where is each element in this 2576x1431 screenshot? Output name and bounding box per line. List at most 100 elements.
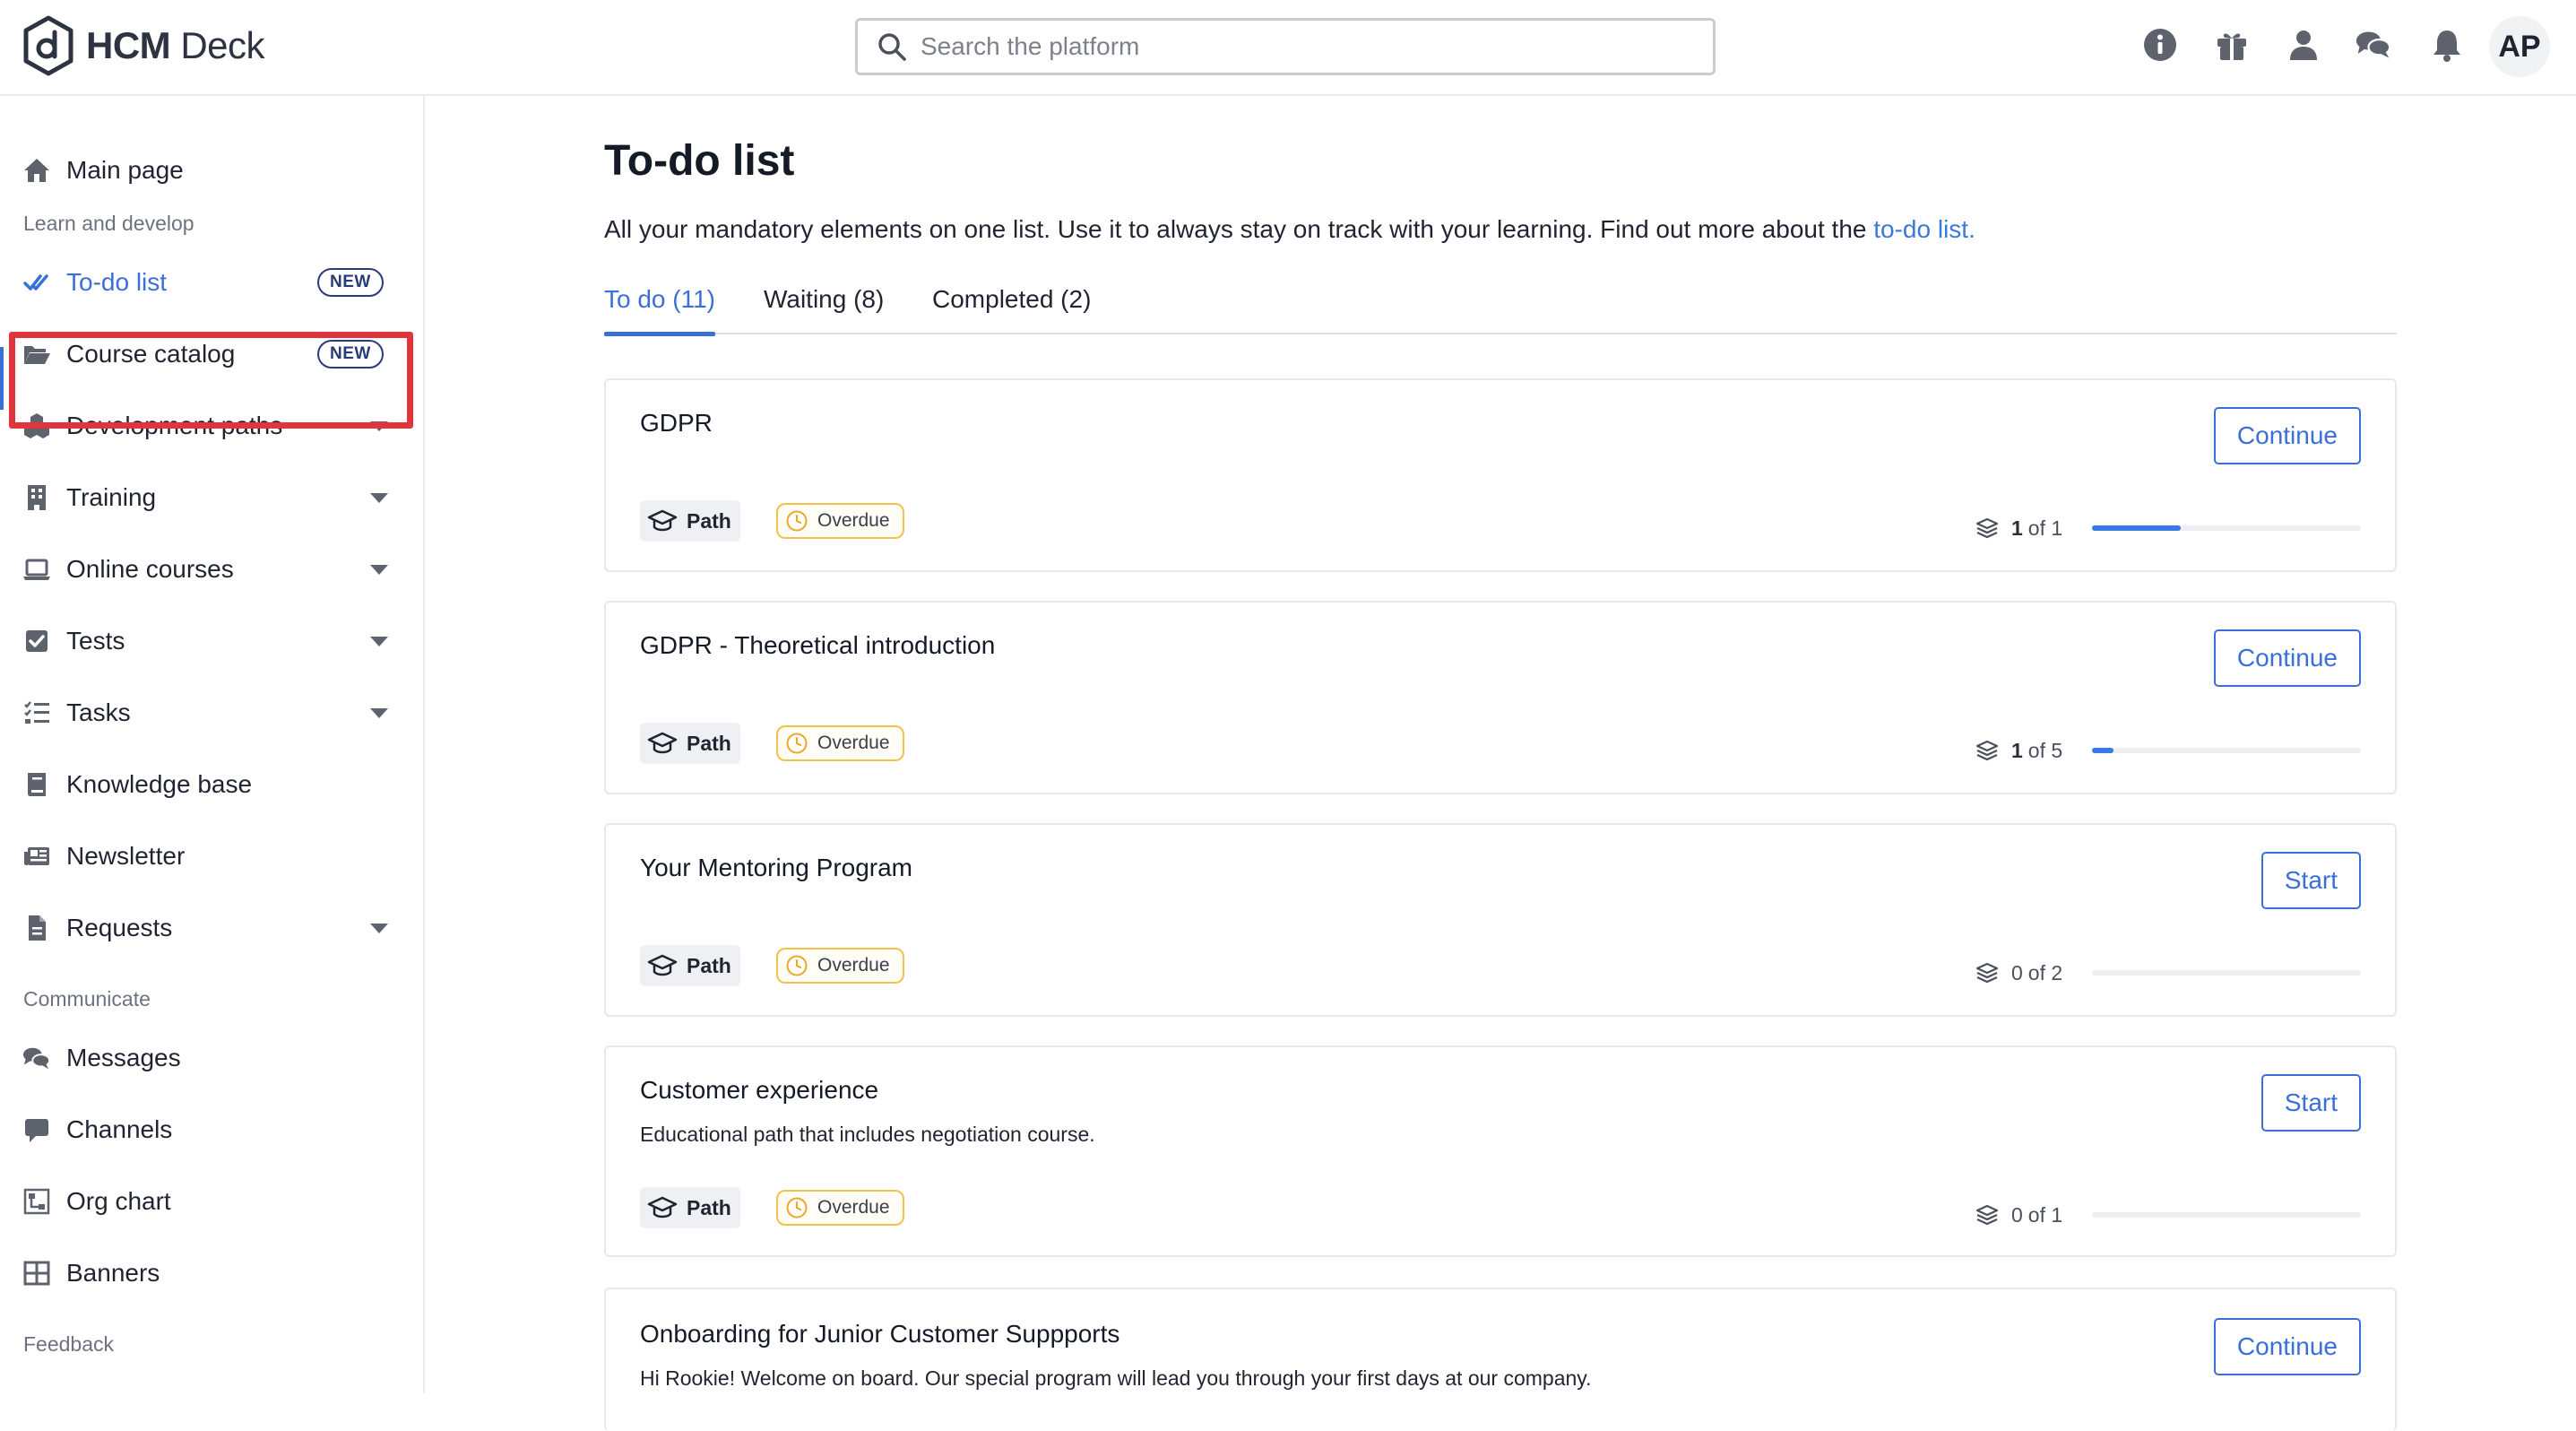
- tab-completed[interactable]: Completed (2): [932, 285, 1091, 334]
- type-tag: Path: [640, 500, 740, 542]
- sidebar-item-label: Main page: [66, 156, 184, 184]
- card-description: Educational path that includes negotiati…: [640, 1123, 1095, 1146]
- sidebar-item-main-page[interactable]: Main page: [0, 143, 423, 197]
- todo-card: Onboarding for Junior Customer Suppports…: [604, 1288, 2397, 1431]
- status-badge: Overdue: [776, 1190, 904, 1226]
- search-icon: [878, 33, 906, 61]
- new-badge: NEW: [317, 268, 384, 297]
- caret-down-icon[interactable]: [367, 414, 391, 438]
- sidebar-item-label: Course catalog: [66, 340, 236, 368]
- type-tag: Path: [640, 1187, 740, 1228]
- type-tag-label: Path: [687, 508, 731, 533]
- sidebar-item-development-paths[interactable]: Development paths: [0, 399, 423, 453]
- type-tag-label: Path: [687, 953, 731, 977]
- sidebar-item-course-catalog[interactable]: Course catalog NEW: [0, 327, 423, 381]
- todo-card: GDPR Continue Path Overdue 1 of 1: [604, 378, 2397, 572]
- page-intro: All your mandatory elements on one list.…: [604, 215, 1975, 244]
- sidebar-item-training[interactable]: Training: [0, 471, 423, 525]
- page-title: To-do list: [604, 137, 795, 185]
- status-label: Overdue: [817, 733, 890, 753]
- sidebar-item-label: To-do list: [66, 268, 168, 296]
- sidebar-item-tasks[interactable]: Tasks: [0, 686, 423, 740]
- progress-count: 1 of 1: [1975, 515, 2062, 542]
- card-title: GDPR - Theoretical introduction: [640, 631, 996, 659]
- continue-button[interactable]: Continue: [2213, 407, 2361, 464]
- folder-open-icon: [22, 339, 52, 369]
- section-label-learn: Learn and develop: [23, 212, 194, 235]
- graduation-cap-icon: [647, 509, 678, 532]
- type-tag-label: Path: [687, 1195, 731, 1219]
- type-tag-label: Path: [687, 731, 731, 755]
- clock-icon: [786, 955, 808, 976]
- progress-bar: [2092, 970, 2361, 976]
- sidebar-item-label: Org chart: [66, 1187, 171, 1215]
- sidebar-item-label: Banners: [66, 1259, 160, 1287]
- chat-icon[interactable]: [2356, 27, 2391, 63]
- sidebar-item-online-courses[interactable]: Online courses: [0, 542, 423, 596]
- progress-count: 1 of 5: [1975, 737, 2062, 764]
- sidebar-item-channels[interactable]: Channels: [0, 1103, 423, 1157]
- building-icon: [22, 482, 52, 513]
- caret-down-icon[interactable]: [367, 558, 391, 581]
- book-icon: [22, 769, 52, 800]
- continue-button[interactable]: Continue: [2213, 629, 2361, 687]
- caret-down-icon[interactable]: [367, 629, 391, 653]
- user-icon[interactable]: [2286, 27, 2321, 63]
- brand-name: HCM Deck: [86, 24, 265, 66]
- sidebar-item-label: Channels: [66, 1115, 173, 1143]
- sidebar-item-label: Messages: [66, 1044, 181, 1071]
- caret-down-icon[interactable]: [367, 701, 391, 724]
- start-button[interactable]: Start: [2260, 852, 2361, 909]
- search-input[interactable]: Search the platform: [855, 18, 1716, 75]
- laptop-icon: [22, 554, 52, 585]
- progress-count: 0 of 2: [1975, 959, 2062, 986]
- tab-to-do[interactable]: To do (11): [604, 285, 715, 336]
- sidebar-item-label: Online courses: [66, 555, 234, 583]
- progress-bar: [2092, 748, 2361, 753]
- tab-waiting[interactable]: Waiting (8): [764, 285, 884, 334]
- section-label-communicate: Communicate: [23, 987, 151, 1010]
- new-badge: NEW: [317, 340, 384, 369]
- sidebar: Main page Learn and develop To-do list N…: [0, 96, 425, 1393]
- bell-icon[interactable]: [2429, 27, 2465, 63]
- tab-bar: To do (11) Waiting (8) Completed (2): [604, 285, 2397, 336]
- sidebar-item-tests[interactable]: Tests: [0, 614, 423, 668]
- sidebar-item-knowledge-base[interactable]: Knowledge base: [0, 758, 423, 811]
- cubes-icon: [22, 411, 52, 441]
- sidebar-item-messages[interactable]: Messages: [0, 1031, 423, 1085]
- caret-down-icon[interactable]: [367, 486, 391, 509]
- comment-icon: [22, 1114, 52, 1145]
- comments-icon: [22, 1043, 52, 1073]
- status-badge: Overdue: [776, 948, 904, 984]
- sidebar-item-to-do-list[interactable]: To-do list NEW: [0, 256, 423, 309]
- gift-icon[interactable]: [2214, 27, 2250, 63]
- user-avatar[interactable]: AP: [2489, 16, 2550, 77]
- brand-logo[interactable]: HCM Deck: [22, 14, 265, 77]
- progress-bar: [2092, 525, 2361, 531]
- card-description: Hi Rookie! Welcome on board. Our special…: [640, 1366, 1592, 1390]
- info-icon[interactable]: [2142, 27, 2178, 63]
- status-badge: Overdue: [776, 725, 904, 761]
- sidebar-item-label: Tests: [66, 627, 125, 655]
- type-tag: Path: [640, 723, 740, 764]
- layers-icon: [1975, 740, 1999, 761]
- start-button[interactable]: Start: [2260, 1074, 2361, 1132]
- sidebar-item-label: Training: [66, 483, 157, 511]
- home-icon: [22, 155, 52, 186]
- status-label: Overdue: [817, 955, 890, 976]
- clock-icon: [786, 1197, 808, 1219]
- sidebar-item-banners[interactable]: Banners: [0, 1246, 423, 1300]
- sidebar-item-requests[interactable]: Requests: [0, 901, 423, 955]
- newspaper-icon: [22, 841, 52, 872]
- continue-button[interactable]: Continue: [2213, 1318, 2361, 1375]
- sidebar-item-org-chart[interactable]: Org chart: [0, 1175, 423, 1228]
- caret-down-icon[interactable]: [367, 916, 391, 940]
- sidebar-item-newsletter[interactable]: Newsletter: [0, 829, 423, 883]
- todo-card: Your Mentoring Program Start Path Overdu…: [604, 823, 2397, 1017]
- sidebar-item-label: Requests: [66, 914, 173, 941]
- table-icon: [22, 1258, 52, 1288]
- sidebar-item-label: Tasks: [66, 698, 131, 726]
- to-do-list-link[interactable]: to-do list.: [1873, 215, 1975, 243]
- card-title: GDPR: [640, 409, 713, 437]
- tasks-icon: [22, 698, 52, 728]
